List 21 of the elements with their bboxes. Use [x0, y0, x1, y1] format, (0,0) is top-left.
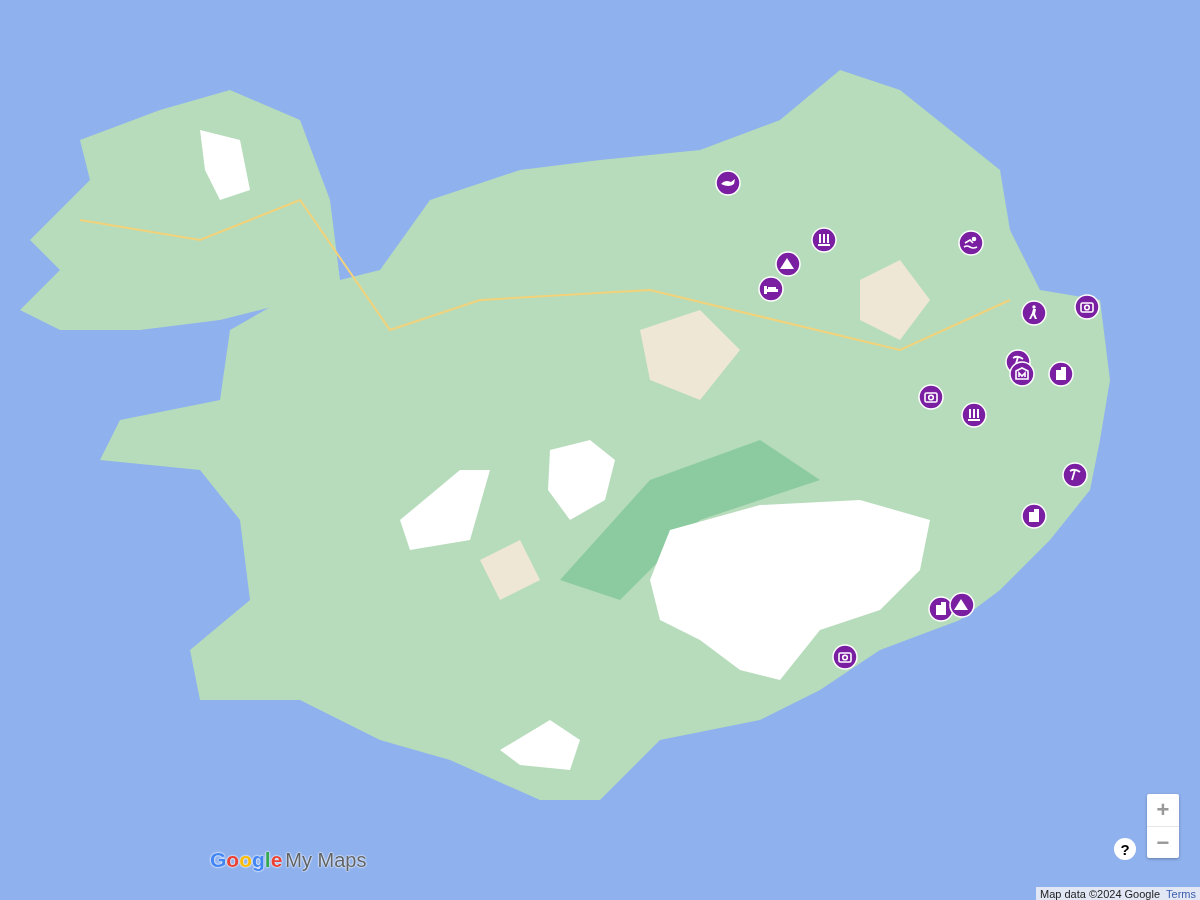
mountain-marker-icon[interactable] [949, 592, 975, 618]
terms-link[interactable]: Terms [1166, 887, 1196, 900]
museum-marker-icon[interactable] [1009, 361, 1035, 387]
camera-marker-icon[interactable] [918, 384, 944, 410]
pickaxe-marker-icon[interactable] [1062, 462, 1088, 488]
attribution-text: Map data ©2024 Google [1040, 887, 1161, 900]
building-marker-icon[interactable] [1048, 361, 1074, 387]
mountain-marker-icon[interactable] [775, 251, 801, 277]
logo-product: My Maps [285, 849, 367, 872]
waterfall-marker-icon[interactable] [961, 402, 987, 428]
building-marker-icon[interactable] [1021, 503, 1047, 529]
swimmer-marker-icon[interactable] [958, 230, 984, 256]
bed-marker-icon[interactable] [758, 276, 784, 302]
zoom-out-button[interactable]: − [1147, 826, 1179, 858]
zoom-in-button[interactable]: + [1147, 794, 1179, 826]
whale-marker-icon[interactable] [715, 170, 741, 196]
logo-brand: Google [210, 848, 283, 872]
camera-marker-icon[interactable] [1074, 294, 1100, 320]
hiker-marker-icon[interactable] [1021, 300, 1047, 326]
camera-marker-icon[interactable] [832, 644, 858, 670]
waterfall-marker-icon[interactable] [811, 227, 837, 253]
